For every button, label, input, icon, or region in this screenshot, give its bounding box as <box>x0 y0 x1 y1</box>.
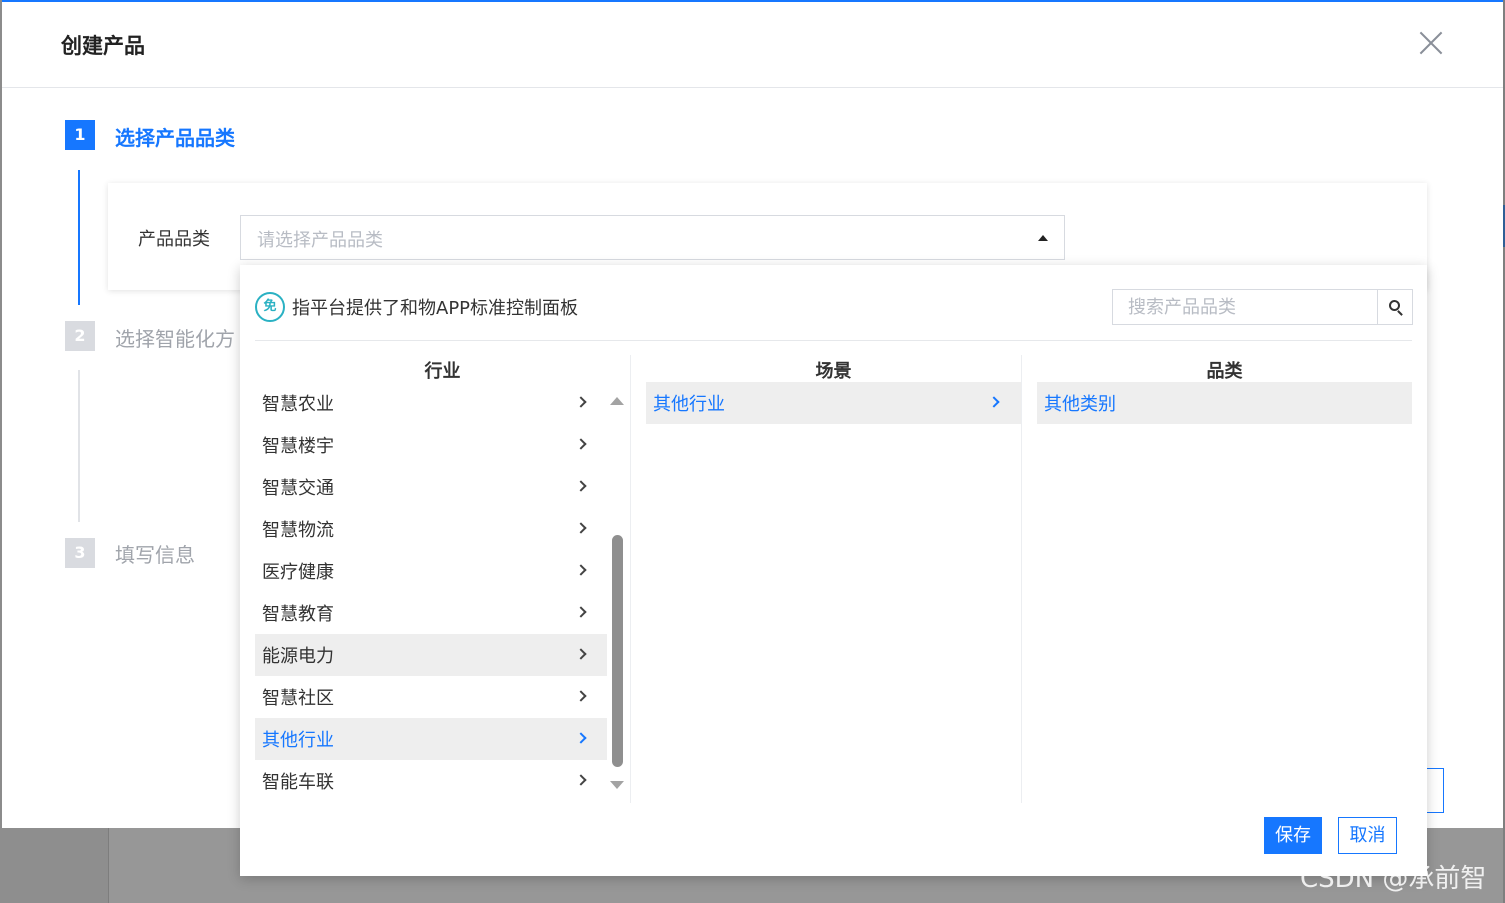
industry-column-header: 行业 <box>424 361 461 382</box>
category-item-label: 其他类别 <box>1044 394 1116 415</box>
chevron-right-icon <box>575 690 587 702</box>
column-divider <box>630 355 631 803</box>
category-search <box>1112 289 1413 325</box>
industry-item-label: 智慧教育 <box>262 604 334 625</box>
free-badge-icon: 免 <box>255 292 285 322</box>
dialog-title: 创建产品 <box>61 34 145 58</box>
industry-item-selected[interactable]: 其他行业 <box>255 718 607 760</box>
save-button[interactable]: 保存 <box>1264 817 1322 854</box>
category-search-input[interactable] <box>1113 290 1378 324</box>
chevron-right-icon <box>575 606 587 618</box>
watermark: CSDN @承前智 <box>1300 864 1487 894</box>
chevron-right-icon <box>575 648 587 660</box>
category-cascader-panel: 免 指平台提供了和物APP标准控制面板 行业 场景 品类 智慧农业 智慧楼宇 智… <box>240 265 1427 876</box>
industry-item-label: 其他行业 <box>262 730 334 751</box>
step-1-connector <box>78 170 80 305</box>
chevron-right-icon <box>575 774 587 786</box>
industry-item[interactable]: 智慧社区 <box>255 676 607 718</box>
column-divider <box>1021 355 1022 803</box>
industry-item[interactable]: 医疗健康 <box>255 550 607 592</box>
close-icon[interactable] <box>1416 28 1446 58</box>
industry-item-label: 智慧楼宇 <box>262 436 334 457</box>
scene-item-label: 其他行业 <box>653 394 725 415</box>
industry-item-label: 智能车联 <box>262 772 334 793</box>
industry-item-label: 智慧物流 <box>262 520 334 541</box>
scene-column-header: 场景 <box>815 361 852 382</box>
search-button[interactable] <box>1377 290 1412 324</box>
cancel-button[interactable]: 取消 <box>1338 817 1397 854</box>
industry-item-label: 医疗健康 <box>262 562 334 583</box>
industry-scrollbar-thumb[interactable] <box>612 535 623 767</box>
chevron-right-icon <box>575 732 587 744</box>
chevron-right-icon <box>988 396 1000 408</box>
chevron-right-icon <box>575 438 587 450</box>
chevron-right-icon <box>575 564 587 576</box>
step-2-number: 2 <box>65 321 95 351</box>
chevron-right-icon <box>575 522 587 534</box>
industry-item[interactable]: 智慧农业 <box>255 382 607 424</box>
step-2-connector <box>78 370 80 522</box>
dialog-header: 创建产品 <box>2 2 1503 88</box>
industry-item[interactable]: 智慧教育 <box>255 592 607 634</box>
step-3-number: 3 <box>65 538 95 568</box>
industry-item[interactable]: 智能车联 <box>255 760 607 802</box>
industry-item-label: 智慧农业 <box>262 394 334 415</box>
chevron-right-icon <box>575 396 587 408</box>
step-3-label: 填写信息 <box>115 543 195 567</box>
industry-item-label: 智慧交通 <box>262 478 334 499</box>
caret-up-icon <box>1038 235 1048 241</box>
category-field-label: 产品品类 <box>138 229 210 250</box>
industry-item-label: 智慧社区 <box>262 688 334 709</box>
industry-item-label: 能源电力 <box>262 646 334 667</box>
category-select-placeholder: 请选择产品品类 <box>257 230 383 251</box>
category-select[interactable]: 请选择产品品类 <box>240 215 1065 260</box>
step-2-label: 选择智能化方 <box>115 327 235 351</box>
panel-note: 指平台提供了和物APP标准控制面板 <box>292 298 579 319</box>
industry-item[interactable]: 智慧楼宇 <box>255 424 607 466</box>
category-column-header: 品类 <box>1206 361 1243 382</box>
scroll-down-arrow-icon[interactable] <box>610 781 624 789</box>
search-icon-handle <box>1397 310 1403 316</box>
step-1-number: 1 <box>65 120 95 150</box>
category-item-selected[interactable]: 其他类别 <box>1037 382 1412 424</box>
scene-item-selected[interactable]: 其他行业 <box>646 382 1021 424</box>
panel-divider <box>255 340 1412 341</box>
step-1-label: 选择产品品类 <box>115 126 235 150</box>
industry-item[interactable]: 智慧物流 <box>255 508 607 550</box>
chevron-right-icon <box>575 480 587 492</box>
industry-item-hovered[interactable]: 能源电力 <box>255 634 607 676</box>
industry-item[interactable]: 智慧交通 <box>255 466 607 508</box>
scroll-up-arrow-icon[interactable] <box>610 397 624 405</box>
